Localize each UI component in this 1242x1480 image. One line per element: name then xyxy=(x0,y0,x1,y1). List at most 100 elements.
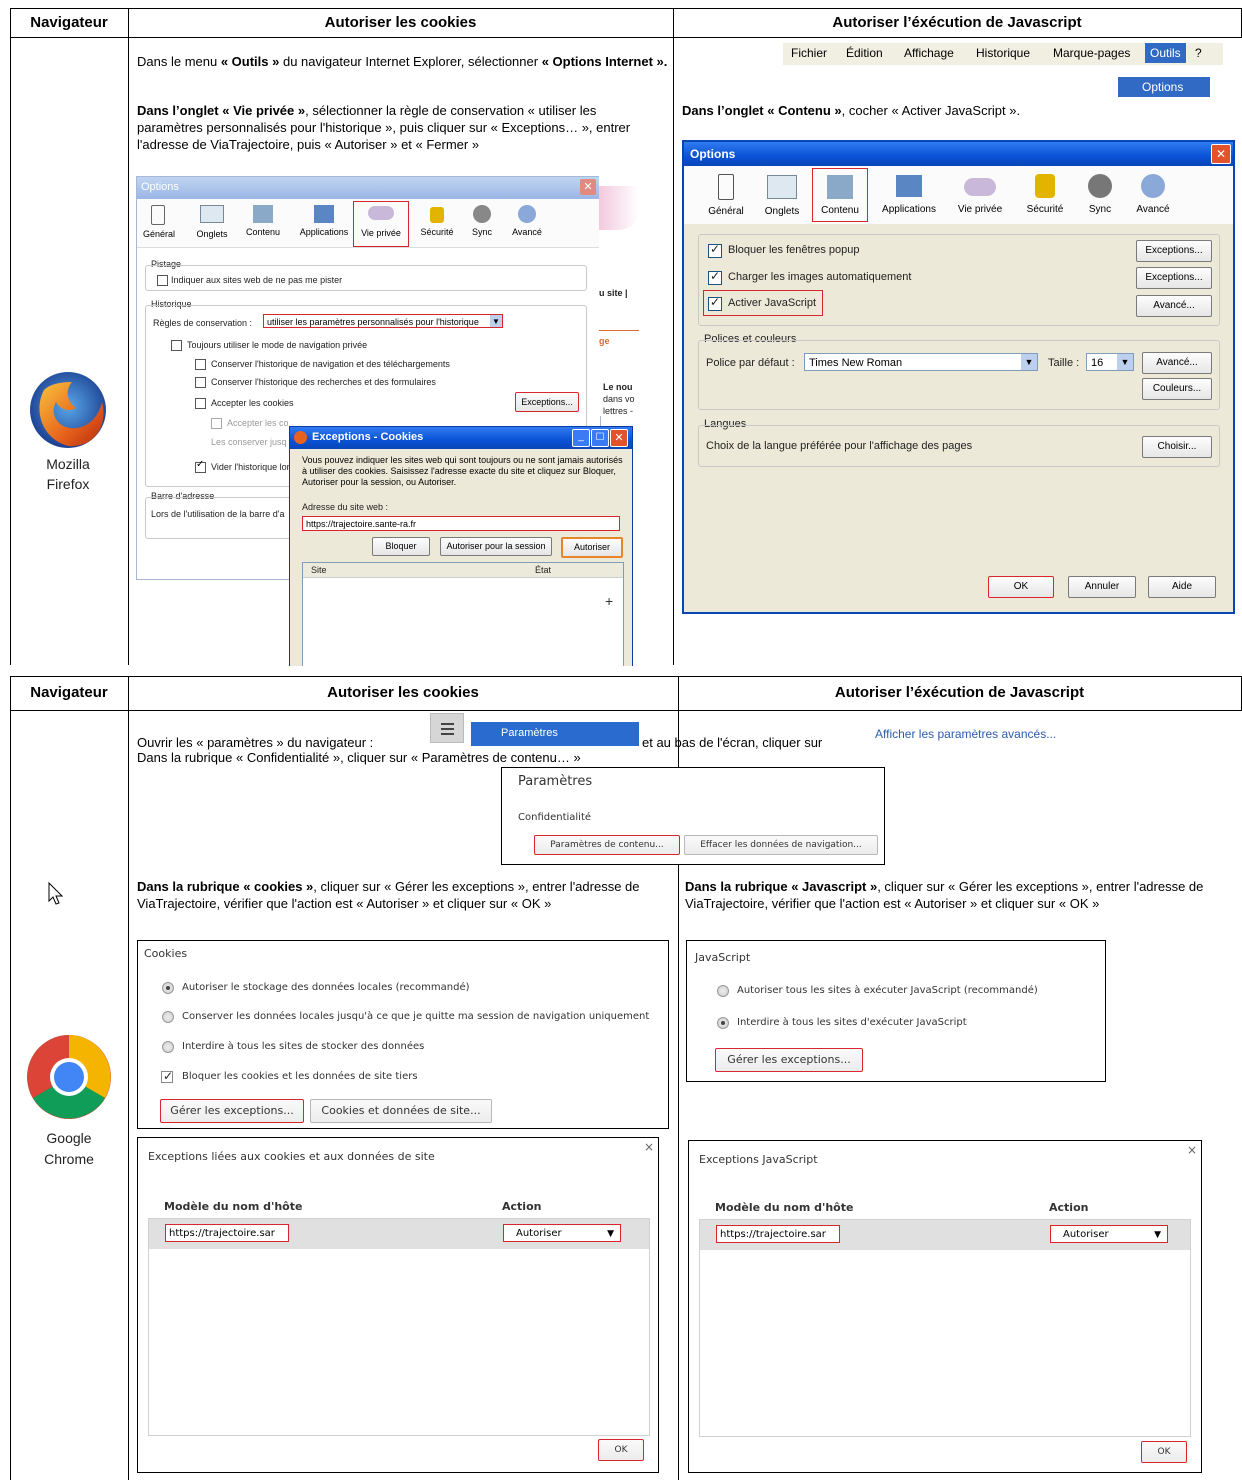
tabs-icon xyxy=(200,205,224,223)
tab-sync[interactable]: Sync xyxy=(1082,174,1118,215)
tab-general[interactable]: Général xyxy=(704,174,748,217)
menu-outils[interactable]: Outils xyxy=(1145,43,1186,63)
tab-securite[interactable]: Sécurité xyxy=(417,205,457,237)
cookie-opt2-radio[interactable] xyxy=(162,1011,174,1023)
browser-name-line2: Chrome xyxy=(44,1151,94,1167)
cookie-opt3-radio[interactable] xyxy=(162,1041,174,1053)
tab-label: Vie privée xyxy=(957,204,1003,215)
advanced-button-1[interactable]: Avancé... xyxy=(1136,295,1212,317)
crosshair-cursor-icon: + xyxy=(605,593,614,609)
tab-onglets[interactable]: Onglets xyxy=(195,205,229,239)
tab-onglets[interactable]: Onglets xyxy=(760,174,804,217)
block-popup-checkbox[interactable] xyxy=(708,242,722,258)
cookie-opt1-radio[interactable] xyxy=(162,982,174,994)
tab-vie-privee[interactable]: Vie privée xyxy=(952,174,1008,215)
exceptions-button-1[interactable]: Exceptions... xyxy=(1136,240,1212,262)
load-images-checkbox[interactable] xyxy=(708,269,722,285)
size-select[interactable]: 16 ▼ xyxy=(1086,353,1134,371)
menu-marque-pages[interactable]: Marque-pages xyxy=(1053,46,1130,60)
close-icon[interactable]: ✕ xyxy=(580,179,596,195)
private-mode-checkbox[interactable] xyxy=(171,340,182,351)
close-icon[interactable]: × xyxy=(1187,1143,1197,1157)
tab-sync[interactable]: Sync xyxy=(467,205,497,237)
table-row[interactable]: https://trajectoire.sar Autoriser ▼ xyxy=(700,1220,1190,1250)
minimize-icon[interactable]: _ xyxy=(572,429,590,447)
tab-label: Général xyxy=(143,229,176,239)
tab-avance[interactable]: Avancé xyxy=(507,205,547,237)
allow-session-button[interactable]: Autoriser pour la session xyxy=(440,537,552,556)
dnt-checkbox[interactable] xyxy=(157,275,168,286)
tab-applications[interactable]: Applications xyxy=(876,174,942,215)
help-button[interactable]: Aide xyxy=(1148,576,1216,598)
menu-help[interactable]: ? xyxy=(1195,46,1202,60)
hamburger-menu-icon[interactable] xyxy=(430,713,464,743)
address-input[interactable]: https://trajectoire.sante-ra.fr xyxy=(302,516,620,531)
clear-history-checkbox[interactable] xyxy=(195,459,206,473)
default-font-select[interactable]: Times New Roman ▼ xyxy=(804,353,1038,371)
btn-label: Exceptions... xyxy=(1145,272,1203,283)
sites-list[interactable]: Site État + xyxy=(302,562,624,666)
tab-general[interactable]: Général xyxy=(143,205,176,239)
menu-affichage[interactable]: Affichage xyxy=(904,46,954,60)
close-icon[interactable]: ✕ xyxy=(1211,144,1231,164)
exceptions-button[interactable]: Exceptions... xyxy=(515,392,579,412)
clear-data-button[interactable]: Effacer les données de navigation... xyxy=(684,835,878,855)
privacy-label: Confidentialité xyxy=(518,812,592,823)
content-settings-button[interactable]: Paramètres de contenu... xyxy=(534,835,680,855)
host-input[interactable]: https://trajectoire.sar xyxy=(716,1225,840,1243)
chevron-down-icon: ▼ xyxy=(1154,1230,1161,1240)
manage-exceptions-button[interactable]: Gérer les exceptions... xyxy=(160,1099,304,1123)
table2-header-cookies: Autoriser les cookies xyxy=(327,684,479,701)
menu-options-item[interactable]: Options xyxy=(1118,77,1210,97)
colors-button[interactable]: Couleurs... xyxy=(1142,378,1212,400)
tab-vie-privee[interactable]: Vie privée xyxy=(353,201,409,247)
cookie-opt1-label: Autoriser le stockage des données locale… xyxy=(182,982,470,993)
keep-nav-checkbox[interactable] xyxy=(195,359,206,370)
js-manage-exceptions-button[interactable]: Gérer les exceptions... xyxy=(715,1048,863,1072)
close-icon[interactable]: ✕ xyxy=(610,429,628,447)
tab-label: Applications xyxy=(882,204,936,215)
action-select[interactable]: Autoriser ▼ xyxy=(1050,1225,1168,1243)
ok-button[interactable]: OK xyxy=(1141,1441,1187,1463)
enable-js-checkbox[interactable] xyxy=(708,295,722,311)
close-icon[interactable]: × xyxy=(644,1140,654,1154)
keep-search-checkbox[interactable] xyxy=(195,377,206,388)
js-opt1-radio[interactable] xyxy=(717,985,729,997)
allow-button[interactable]: Autoriser xyxy=(561,537,623,558)
btn-label: Effacer les données de navigation... xyxy=(700,840,862,850)
cancel-button[interactable]: Annuler xyxy=(1068,576,1136,598)
menu-edition[interactable]: Édition xyxy=(846,46,883,60)
menu-historique[interactable]: Historique xyxy=(976,46,1030,60)
exceptions-button-2[interactable]: Exceptions... xyxy=(1136,267,1212,289)
tab-contenu[interactable]: Contenu xyxy=(812,168,868,222)
accept-third-checkbox[interactable] xyxy=(211,418,222,429)
tab-securite[interactable]: Sécurité xyxy=(1020,174,1070,215)
firefox-small-icon xyxy=(294,431,307,444)
advanced-settings-link[interactable]: Afficher les paramètres avancés... xyxy=(875,727,1056,741)
intro-text-2: du navigateur Internet Explorer, sélecti… xyxy=(279,54,542,69)
tab-avance[interactable]: Avancé xyxy=(1130,174,1176,215)
parametres-menu-item[interactable]: Paramètres xyxy=(471,722,639,746)
ok-button[interactable]: OK xyxy=(598,1439,644,1461)
accept-cookies-checkbox[interactable] xyxy=(195,398,206,409)
host-input[interactable]: https://trajectoire.sar xyxy=(165,1224,289,1242)
cookies-data-button[interactable]: Cookies et données de site... xyxy=(310,1099,492,1123)
choose-button[interactable]: Choisir... xyxy=(1142,436,1212,458)
ok-button[interactable]: OK xyxy=(988,576,1054,598)
bg-rule xyxy=(599,330,639,331)
tab-label: Sécurité xyxy=(1026,204,1064,215)
js-opt1-label: Autoriser tous les sites à exécuter Java… xyxy=(737,985,1038,996)
rules-select[interactable]: utiliser les paramètres personnalisés po… xyxy=(263,314,503,328)
chrome-js-instruction: Dans la rubrique « Javascript », cliquer… xyxy=(685,878,1220,912)
block-third-party-checkbox[interactable] xyxy=(161,1069,173,1083)
menu-fichier[interactable]: Fichier xyxy=(791,46,827,60)
maximize-icon[interactable]: ☐ xyxy=(591,429,609,447)
block-button[interactable]: Bloquer xyxy=(372,537,430,556)
js-opt2-radio[interactable] xyxy=(717,1017,729,1029)
tab-contenu[interactable]: Contenu xyxy=(243,205,283,237)
table-row[interactable]: https://trajectoire.sar Autoriser ▼ xyxy=(149,1219,649,1249)
action-select[interactable]: Autoriser ▼ xyxy=(503,1224,621,1242)
advanced-button-2[interactable]: Avancé... xyxy=(1142,352,1212,374)
dnt-label: Indiquer aux sites web de ne pas me pist… xyxy=(171,275,343,285)
tab-applications[interactable]: Applications xyxy=(297,205,351,237)
